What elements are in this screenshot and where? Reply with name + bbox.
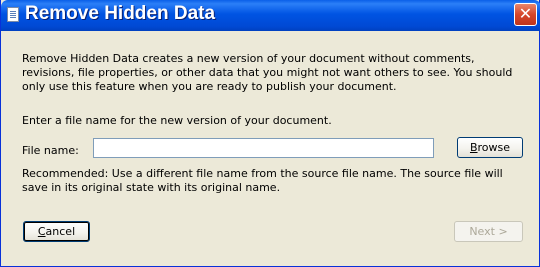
recommendation-text: Recommended: Use a different file name f…: [22, 167, 503, 194]
title-bar[interactable]: Remove Hidden Data ✕: [1, 0, 540, 31]
file-name-prompt: Enter a file name for the new version of…: [22, 114, 332, 127]
cancel-accel: C: [37, 225, 46, 238]
close-button[interactable]: ✕: [514, 3, 537, 26]
cancel-button[interactable]: Cancel: [23, 221, 90, 242]
next-button[interactable]: Next >: [454, 221, 523, 242]
file-name-input[interactable]: [93, 138, 434, 158]
dialog-title: Remove Hidden Data: [25, 3, 216, 24]
browse-label: rowse: [477, 141, 511, 154]
remove-hidden-data-dialog: Remove Hidden Data ✕ Remove Hidden Data …: [0, 0, 540, 267]
browse-accel: B: [469, 141, 478, 154]
description-text: Remove Hidden Data creates a new version…: [22, 52, 513, 93]
browse-button[interactable]: Browse: [457, 137, 523, 158]
dialog-content: Remove Hidden Data creates a new version…: [4, 31, 536, 263]
cancel-label: ancel: [45, 225, 76, 238]
document-icon: [7, 7, 19, 22]
close-icon: ✕: [518, 4, 533, 23]
file-name-label: File name:: [22, 144, 79, 157]
